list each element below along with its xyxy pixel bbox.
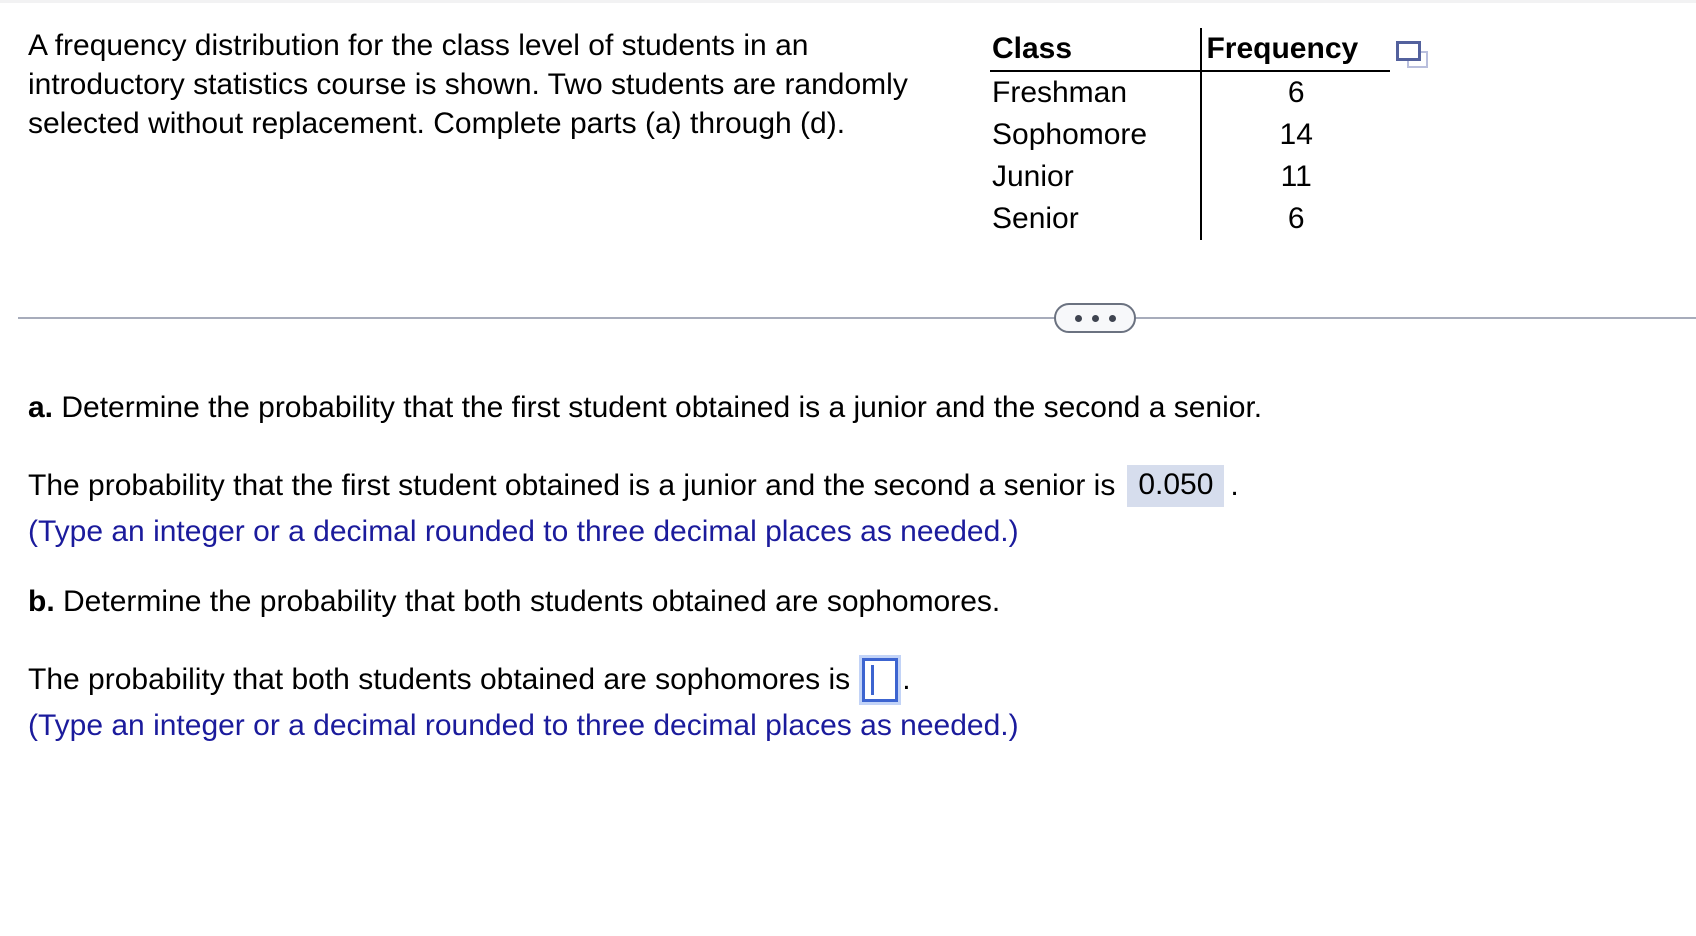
problem-stem-text: A frequency distribution for the class l… (28, 29, 908, 140)
part-b-answer-input[interactable] (862, 658, 899, 702)
column-header-frequency: Frequency (1200, 28, 1390, 72)
part-a-answer-row: The probability that the first student o… (28, 465, 1668, 507)
part-b-prompt: b. Determine the probability that both s… (28, 582, 1668, 622)
table-row: Junior 11 (990, 156, 1390, 198)
top-edge-strip (0, 0, 1696, 3)
part-a-note: (Type an integer or a decimal rounded to… (28, 515, 1019, 548)
ellipsis-icon[interactable] (1054, 303, 1136, 333)
section-divider (0, 303, 1696, 333)
divider-line (18, 317, 1696, 319)
cell-class-junior: Junior (992, 160, 1074, 193)
table-header-row: Class Frequency (990, 28, 1390, 72)
copy-to-spreadsheet-icon[interactable] (1396, 41, 1430, 71)
part-b-answer-prefix: The probability that both students obtai… (28, 663, 851, 696)
cell-frequency-senior: 6 (1200, 198, 1390, 240)
cell-frequency-sophomore: 14 (1200, 114, 1390, 156)
part-b-note: (Type an integer or a decimal rounded to… (28, 709, 1019, 742)
part-b-label: b. (28, 585, 55, 618)
part-a-prompt: a. Determine the probability that the fi… (28, 388, 1668, 428)
ellipsis-dot (1091, 314, 1099, 322)
copy-icon-front-rect (1396, 41, 1421, 61)
ellipsis-dot (1108, 314, 1116, 322)
part-b-answer-row: The probability that both students obtai… (28, 658, 1668, 702)
cell-class-freshman: Freshman (992, 76, 1128, 109)
cell-class-senior: Senior (992, 202, 1079, 235)
part-a-answer-prefix: The probability that the first student o… (28, 469, 1116, 502)
cell-class-sophomore: Sophomore (992, 118, 1148, 151)
cell-frequency-freshman: 6 (1200, 71, 1390, 114)
frequency-distribution-table: Class Frequency Freshman 6 Sophomore 14 … (990, 28, 1390, 240)
ellipsis-dot (1074, 314, 1082, 322)
table-row: Sophomore 14 (990, 114, 1390, 156)
part-b-answer-period: . (902, 663, 911, 696)
part-a-label: a. (28, 391, 54, 424)
cell-frequency-junior: 11 (1200, 156, 1390, 198)
table-row: Senior 6 (990, 198, 1390, 240)
part-b-prompt-text: Determine the probability that both stud… (63, 585, 1001, 618)
part-a-answer-value[interactable]: 0.050 (1127, 465, 1225, 507)
text-cursor (871, 665, 875, 695)
column-header-class: Class (990, 28, 1202, 72)
part-a-answer-period: . (1230, 469, 1239, 502)
problem-statement-region: A frequency distribution for the class l… (0, 14, 1696, 264)
table-row: Freshman 6 (990, 71, 1390, 114)
part-a-prompt-text: Determine the probability that the first… (61, 391, 1263, 424)
